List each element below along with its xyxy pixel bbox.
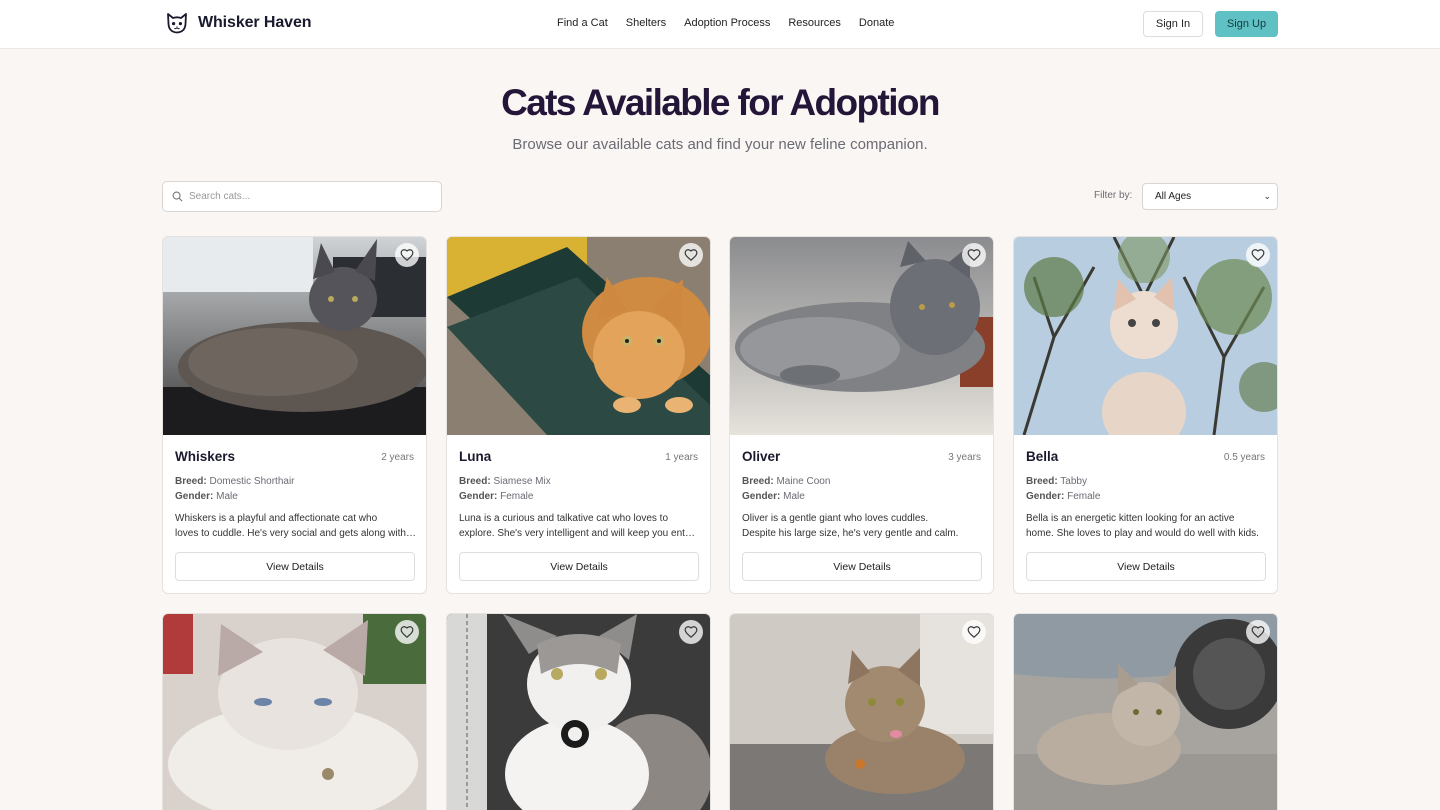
cat-card: [729, 613, 994, 810]
view-details-button[interactable]: View Details: [175, 552, 415, 581]
top-nav-bar: Whisker Haven Find a Cat Shelters Adopti…: [0, 0, 1440, 49]
cat-card: [446, 613, 711, 810]
cat-age: 2 years: [381, 452, 414, 463]
cat-breed: Breed: Domestic Shorthair: [175, 476, 295, 487]
brand-logo[interactable]: Whisker Haven: [165, 11, 312, 35]
cat-name: Luna: [459, 449, 492, 464]
cat-age: 3 years: [948, 452, 981, 463]
cat-photo[interactable]: [730, 614, 994, 810]
sign-up-button[interactable]: Sign Up: [1215, 11, 1278, 37]
filter-label: Filter by:: [1094, 190, 1133, 201]
cat-photo[interactable]: [1014, 237, 1278, 435]
sign-in-button[interactable]: Sign In: [1143, 11, 1203, 37]
cat-card: Whiskers 2 years Breed: Domestic Shortha…: [162, 236, 427, 594]
heart-icon: [967, 626, 981, 639]
cat-photo[interactable]: [447, 237, 711, 435]
nav-adoption-process[interactable]: Adoption Process: [684, 17, 770, 29]
cat-card: Bella 0.5 years Breed: Tabby Gender: Fem…: [1013, 236, 1278, 594]
cat-breed: Breed: Siamese Mix: [459, 476, 551, 487]
age-filter-select[interactable]: All Ages ⌄: [1142, 183, 1278, 210]
cat-card: Luna 1 years Breed: Siamese Mix Gender: …: [446, 236, 711, 594]
nav-resources[interactable]: Resources: [788, 17, 841, 29]
favorite-button[interactable]: [1246, 243, 1270, 267]
cat-card: [1013, 613, 1278, 810]
favorite-button[interactable]: [679, 243, 703, 267]
cat-name: Oliver: [742, 449, 781, 464]
main-nav: Find a Cat Shelters Adoption Process Res…: [557, 17, 894, 29]
heart-icon: [400, 249, 414, 262]
nav-donate[interactable]: Donate: [859, 17, 894, 29]
view-details-button[interactable]: View Details: [459, 552, 699, 581]
search-icon: [172, 191, 183, 202]
page-subtitle: Browse our available cats and find your …: [512, 136, 928, 153]
nav-find-a-cat[interactable]: Find a Cat: [557, 17, 608, 29]
favorite-button[interactable]: [962, 620, 986, 644]
nav-shelters[interactable]: Shelters: [626, 17, 666, 29]
cat-photo[interactable]: [447, 614, 711, 810]
favorite-button[interactable]: [679, 620, 703, 644]
view-details-button[interactable]: View Details: [742, 552, 982, 581]
cat-photo[interactable]: [163, 237, 427, 435]
age-filter-value: All Ages: [1155, 191, 1192, 202]
heart-icon: [684, 249, 698, 262]
favorite-button[interactable]: [962, 243, 986, 267]
page-title: Cats Available for Adoption: [501, 82, 940, 123]
cat-description: Bella is an energetic kitten looking for…: [1026, 513, 1259, 539]
search-input[interactable]: [189, 191, 429, 202]
cat-gender: Gender: Male: [175, 491, 238, 502]
cat-age: 1 years: [665, 452, 698, 463]
heart-icon: [967, 249, 981, 262]
cat-gender: Gender: Male: [742, 491, 805, 502]
favorite-button[interactable]: [395, 243, 419, 267]
heart-icon: [684, 626, 698, 639]
view-details-button[interactable]: View Details: [1026, 552, 1266, 581]
favorite-button[interactable]: [395, 620, 419, 644]
cat-gender: Gender: Female: [459, 491, 534, 502]
heart-icon: [400, 626, 414, 639]
cat-name: Bella: [1026, 449, 1059, 464]
chevron-down-icon: ⌄: [1263, 191, 1271, 201]
favorite-button[interactable]: [1246, 620, 1270, 644]
cat-age: 0.5 years: [1223, 452, 1265, 463]
cat-gender: Gender: Female: [1026, 491, 1101, 502]
cat-photo[interactable]: [1014, 614, 1278, 810]
cat-description: Oliver is a gentle giant who loves cuddl…: [742, 513, 959, 539]
cat-breed: Breed: Maine Coon: [742, 476, 831, 487]
cat-name: Whiskers: [175, 449, 236, 464]
cat-card: Oliver 3 years Breed: Maine Coon Gender:…: [729, 236, 994, 594]
cat-photo[interactable]: [163, 614, 427, 810]
brand-name: Whisker Haven: [198, 14, 312, 31]
heart-icon: [1251, 249, 1265, 262]
heart-icon: [1251, 626, 1265, 639]
cat-description: Luna is a curious and talkative cat who …: [459, 513, 700, 539]
cat-card: [162, 613, 427, 810]
cat-photo[interactable]: [730, 237, 994, 435]
cat-description: Whiskers is a playful and affectionate c…: [175, 513, 416, 539]
cat-face-icon: [167, 13, 187, 34]
cat-breed: Breed: Tabby: [1026, 476, 1087, 487]
search-box[interactable]: [162, 181, 442, 212]
